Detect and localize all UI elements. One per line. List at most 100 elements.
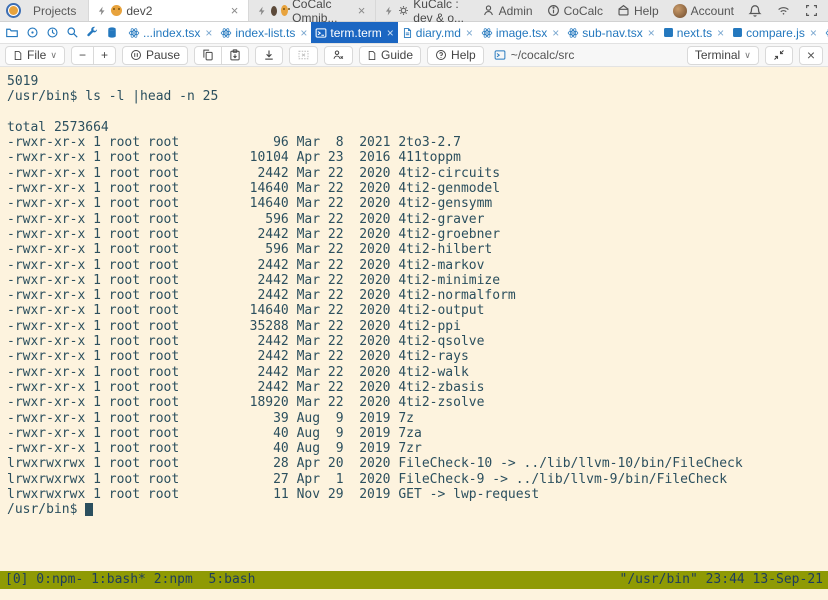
file-tab-diary-md[interactable]: diary.md × — [398, 22, 477, 43]
close-icon[interactable]: × — [387, 26, 394, 40]
folder-icon[interactable] — [5, 26, 19, 39]
close-icon[interactable]: × — [810, 26, 817, 40]
project-tab-cocalc-omnib[interactable]: CoCalc Omnib... × — [248, 0, 375, 21]
help-button[interactable]: Help — [617, 4, 659, 18]
pause-icon — [130, 49, 142, 61]
topbar-right: Admin CoCalc Help Account — [482, 0, 828, 21]
person-icon — [482, 4, 495, 17]
arrow-down-icon — [263, 49, 275, 61]
bell-icon[interactable] — [748, 4, 762, 18]
file-tab-compare-js[interactable]: compare.js × — [728, 22, 821, 43]
file-tab-sub-nav-tsx[interactable]: sub-nav.tsx × — [563, 22, 658, 43]
frame-exit-icon — [297, 49, 310, 61]
close-icon[interactable]: × — [552, 26, 559, 40]
wifi-icon — [776, 4, 791, 17]
smiley-icon — [111, 5, 122, 16]
exit-fullscreen-button[interactable] — [289, 46, 318, 65]
paste-button[interactable] — [221, 46, 249, 65]
tmux-status-bar: [0] 0:npm- 1:bash* 2:npm 5:bash "/usr/bi… — [0, 571, 828, 589]
question-circle-icon — [435, 49, 447, 61]
file-icon — [13, 50, 23, 61]
bullseye-icon[interactable] — [26, 26, 39, 39]
chevron-down-icon: ∨ — [744, 50, 751, 61]
activity-icon — [384, 5, 394, 17]
history-icon[interactable] — [46, 26, 59, 39]
terminal-output[interactable]: 5019 /usr/bin$ ls -l |head -n 25 total 2… — [0, 68, 828, 502]
close-icon[interactable]: × — [466, 26, 473, 40]
terminal-icon — [315, 27, 327, 39]
close-icon[interactable]: × — [356, 3, 368, 18]
cocalc-logo[interactable] — [0, 0, 31, 21]
terminal-prompt-line[interactable]: /usr/bin$ — [0, 502, 828, 517]
close-icon: × — [807, 47, 815, 63]
shrink-frame-button[interactable] — [765, 46, 793, 65]
file-tab-next-ts[interactable]: next.ts × — [659, 22, 728, 43]
file-tab-index-list-ts[interactable]: index-list.ts × — [216, 22, 311, 43]
close-icon[interactable]: × — [648, 26, 655, 40]
project-tab-dev2[interactable]: dev2 × — [88, 0, 248, 21]
zoom-in-button[interactable]: + — [93, 46, 116, 65]
wrench-icon[interactable] — [86, 26, 99, 39]
fullscreen-icon[interactable] — [805, 4, 818, 17]
tmux-clock: "/usr/bin" 23:44 13-Sep-21 — [620, 571, 824, 589]
terminal-cursor — [85, 503, 93, 516]
markdown-file-icon — [402, 27, 413, 39]
close-frame-button[interactable]: × — [799, 46, 823, 65]
top-bar: Projects dev2 × CoCalc Omnib... × KuCalc… — [0, 0, 828, 22]
file-menu-button[interactable]: File ∨ — [5, 46, 65, 65]
guide-button[interactable]: Guide — [359, 46, 421, 65]
paste-icon — [229, 49, 241, 61]
shell-prompt: /usr/bin$ — [7, 502, 77, 517]
toolbar-right: Terminal ∨ × — [687, 46, 823, 65]
file-bar-tools — [0, 22, 124, 43]
terminal-toolbar: File ∨ − + Pause Guide Help ~/cocalc/src — [0, 44, 828, 67]
database-icon[interactable] — [106, 26, 118, 39]
search-icon[interactable] — [66, 26, 79, 39]
chevron-down-icon: ∨ — [50, 50, 57, 61]
frame-type-button[interactable]: Terminal ∨ — [687, 46, 759, 65]
avatar — [673, 4, 687, 18]
close-icon[interactable]: × — [300, 26, 307, 40]
cocalc-logo-icon — [6, 3, 21, 18]
project-tab-kucalc[interactable]: KuCalc : dev & o... — [375, 0, 481, 21]
js-file-icon — [732, 27, 743, 38]
close-icon[interactable]: × — [229, 3, 241, 18]
projects-button[interactable]: Projects — [31, 0, 88, 21]
smiley-icon — [281, 5, 288, 16]
activity-icon — [97, 5, 107, 17]
pause-button[interactable]: Pause — [122, 46, 188, 65]
react-icon — [220, 27, 232, 39]
gear-icon — [398, 5, 409, 16]
project-avatar-icon — [271, 6, 277, 16]
copy-button[interactable] — [194, 46, 222, 65]
cocalc-menu-button[interactable]: CoCalc — [547, 4, 603, 18]
project-tab-label: dev2 — [126, 4, 152, 18]
init-script-button[interactable] — [255, 46, 283, 65]
file-tabs-bar: ...index.tsx × index-list.ts × term.term… — [0, 22, 828, 44]
kick-users-button[interactable] — [324, 46, 353, 65]
activity-icon — [257, 5, 267, 17]
project-tab-label: KuCalc : dev & o... — [413, 0, 473, 25]
guide-doc-icon — [367, 50, 377, 61]
copy-icon — [202, 49, 214, 61]
react-icon — [567, 27, 579, 39]
file-tab-index-tsx-1[interactable]: ...index.tsx × — [124, 22, 216, 43]
close-icon[interactable]: × — [717, 26, 724, 40]
account-button[interactable]: Account — [673, 4, 734, 18]
tmux-windows[interactable]: [0] 0:npm- 1:bash* 2:npm 5:bash — [5, 571, 255, 589]
help-button-toolbar[interactable]: Help — [427, 46, 484, 65]
info-icon — [547, 4, 560, 17]
zoom-out-button[interactable]: − — [71, 46, 94, 65]
shrink-icon — [773, 49, 785, 61]
react-icon — [481, 27, 493, 39]
file-tab-image-tsx[interactable]: image.tsx × — [477, 22, 563, 43]
close-icon[interactable]: × — [205, 26, 212, 40]
admin-button[interactable]: Admin — [482, 4, 533, 18]
project-tab-label: CoCalc Omnib... — [292, 0, 346, 25]
terminal-icon — [494, 49, 506, 61]
terminal-cwd: ~/cocalc/src — [494, 48, 575, 62]
file-tab-compare-ts[interactable]: compare.ts × — [821, 22, 828, 43]
js-file-icon — [663, 27, 674, 38]
terminal-panel[interactable]: 5019 /usr/bin$ ls -l |head -n 25 total 2… — [0, 68, 828, 600]
file-tab-term-term[interactable]: term.term × — [311, 22, 397, 43]
